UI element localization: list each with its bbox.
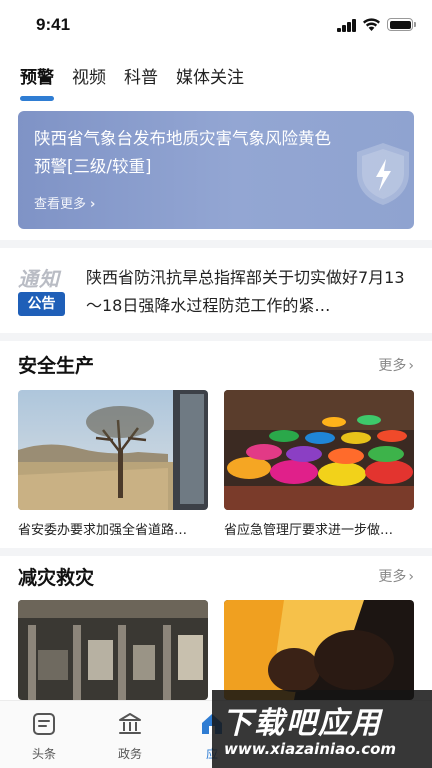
notice-bar: 通知 公告 陕西省防汛抗旱总指挥部关于切实做好7月13～18日强降水过程防范工作…: [0, 255, 432, 331]
warning-title: 陕西省气象台发布地质灾害气象风险黄色预警[三级/较重]: [34, 129, 331, 176]
wifi-icon: [363, 18, 380, 31]
divider: [0, 548, 432, 556]
news-image-pigments: [224, 390, 414, 510]
more-label: 更多: [378, 569, 407, 585]
watermark-logo: 下载吧应用 www.xiazainiao.com: [212, 690, 432, 768]
shield-lightning-icon: [357, 143, 409, 205]
notice-text[interactable]: 陕西省防汛抗旱总指挥部关于切实做好7月13～18日强降水过程防范工作的紧…: [86, 264, 416, 320]
news-image-person: [224, 600, 414, 700]
chevron-right-icon: ›: [90, 197, 96, 212]
chevron-right-icon: ›: [408, 358, 414, 374]
news-card[interactable]: 省应急管理厅要求进一步做…: [224, 390, 414, 538]
battery-cap: [414, 22, 416, 27]
notice-logo-text: 通知: [18, 267, 60, 291]
battery-icon: [387, 18, 413, 31]
news-card[interactable]: 省安委办要求加强全省道路…: [18, 390, 208, 538]
warning-banner[interactable]: 陕西省气象台发布地质灾害气象风险黄色预警[三级/较重] 查看更多 ›: [18, 111, 414, 229]
notice-badge: 公告: [18, 292, 65, 316]
divider: [0, 333, 432, 341]
government-icon: [119, 713, 141, 734]
warning-more-link[interactable]: 查看更多 ›: [34, 193, 95, 212]
watermark-main: 下载吧应用: [222, 706, 382, 741]
news-card[interactable]: [18, 600, 208, 700]
nav-item-news[interactable]: 头条: [14, 711, 74, 762]
section-title-disaster: 减灾救灾: [18, 567, 95, 589]
tab-video[interactable]: 视频: [70, 64, 108, 92]
tab-warning[interactable]: 预警: [18, 64, 56, 92]
news-caption: 省应急管理厅要求进一步做…: [224, 523, 394, 538]
status-bar: 9:41: [0, 0, 432, 52]
section-more-safety[interactable]: 更多 ›: [378, 355, 414, 375]
watermark-url: www.xiazainiao.com: [224, 740, 397, 758]
news-card[interactable]: [224, 600, 414, 700]
news-image-tree: [18, 390, 208, 510]
tab-science[interactable]: 科普: [122, 64, 160, 92]
active-tab-indicator: [20, 96, 54, 101]
warning-more-label: 查看更多: [34, 197, 87, 212]
status-time: 9:41: [36, 15, 71, 34]
signal-icon: [337, 19, 357, 32]
tab-media[interactable]: 媒体关注: [174, 64, 246, 92]
news-caption: 省安委办要求加强全省道路…: [18, 523, 188, 538]
news-image-building: [18, 600, 208, 700]
divider: [0, 240, 432, 248]
more-label: 更多: [378, 358, 407, 374]
nav-label-government: 政务: [117, 747, 142, 761]
section-title-safety: 安全生产: [18, 355, 95, 377]
nav-label-news: 头条: [31, 747, 56, 761]
nav-item-government[interactable]: 政务: [100, 711, 160, 762]
news-icon: [33, 713, 55, 735]
chevron-right-icon: ›: [408, 569, 414, 585]
section-more-disaster[interactable]: 更多 ›: [378, 566, 414, 586]
